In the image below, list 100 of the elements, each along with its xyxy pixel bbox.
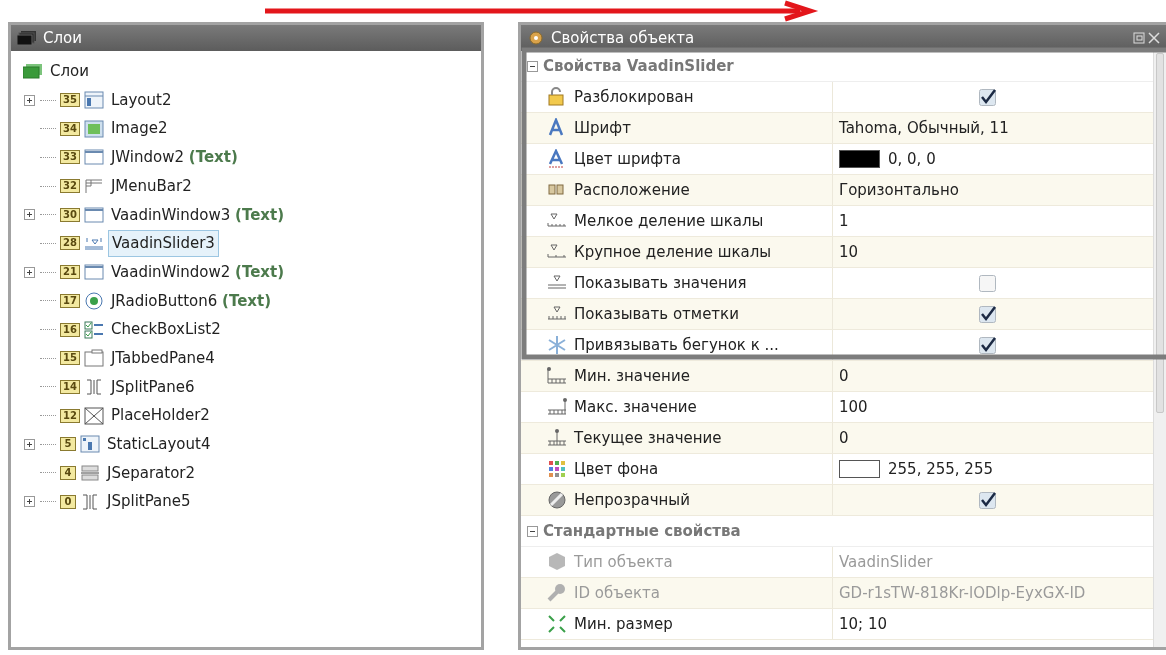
expand-icon[interactable] [24, 266, 35, 278]
tree-item[interactable]: JSplitPane5 [104, 489, 194, 514]
close-icon[interactable] [1148, 32, 1160, 44]
layout-icon [80, 435, 100, 454]
checkbox[interactable] [979, 305, 996, 323]
panel-title: Слои [43, 27, 82, 49]
tree-item[interactable]: Image2 [107, 116, 171, 141]
property-value: Горизонтально [839, 179, 959, 201]
tree-item[interactable]: JSeparator2 [104, 460, 198, 486]
group-title: Свойства VaadinSlider [543, 55, 734, 77]
layer-number: 14 [60, 379, 80, 394]
layer-number: 17 [60, 293, 80, 308]
checkbox[interactable] [979, 491, 996, 509]
property-name: Текущее значение [574, 427, 722, 449]
property-name: Шрифт [574, 117, 631, 139]
property-value: 10 [839, 241, 859, 263]
window-icon [83, 263, 104, 282]
layer-number: 32 [60, 179, 80, 194]
property-name: Мин. значение [574, 365, 690, 387]
checkbox[interactable] [979, 88, 996, 106]
tree-item[interactable]: JTabbedPane4 [107, 345, 218, 371]
ruler-icon [547, 428, 567, 448]
tree-item[interactable]: PlaceHolder2 [107, 403, 213, 428]
tree-item[interactable]: VaadinWindow2 (Text) [107, 259, 288, 285]
property-name: Цвет шрифта [574, 148, 681, 170]
resize-icon [547, 614, 567, 634]
layer-number: 0 [60, 494, 76, 509]
property-value: 1 [839, 210, 849, 232]
panel-title: Свойства объекта [551, 27, 695, 49]
checkbox[interactable] [979, 336, 996, 354]
property-name: Привязывать бегунок к ... [574, 334, 779, 356]
layer-number: 5 [60, 437, 76, 452]
tree-item[interactable]: StaticLayout4 [104, 432, 214, 457]
collapse-icon[interactable] [527, 525, 538, 537]
tree-item[interactable]: VaadinSlider3 [107, 230, 219, 257]
separator-icon [80, 463, 100, 482]
property-name: Расположение [574, 179, 690, 201]
checkbox[interactable] [979, 274, 996, 292]
group-title: Стандартные свойства [543, 520, 741, 542]
palette-icon [547, 459, 567, 479]
property-value: Tahoma, Обычный, 11 [839, 117, 1009, 139]
layer-number: 12 [60, 408, 80, 423]
layers-icon [17, 30, 37, 46]
layer-number: 30 [60, 207, 80, 222]
expand-icon[interactable] [24, 438, 35, 450]
group-header[interactable]: Стандартные свойства [521, 516, 1153, 547]
property-value: 0 [839, 365, 849, 387]
property-name: Цвет фона [574, 458, 659, 480]
tabs-icon [83, 349, 104, 368]
tree-item[interactable]: JRadioButton6 (Text) [107, 288, 275, 314]
snowflake-icon [547, 335, 567, 355]
ruler-icon [547, 397, 567, 417]
window-icon [83, 148, 104, 167]
tree-item[interactable]: Слои [47, 59, 92, 84]
window-icon [83, 205, 104, 224]
layer-number: 28 [60, 236, 80, 251]
property-name: Крупное деление шкалы [574, 241, 772, 263]
cube-icon [547, 552, 567, 572]
layer-number: 34 [60, 121, 80, 136]
tree-item[interactable]: CheckBoxList2 [107, 317, 224, 342]
scrollbar[interactable] [1153, 51, 1166, 647]
placeholder-icon [83, 406, 104, 425]
property-name: Показывать значения [574, 272, 747, 294]
ruler-icon [547, 366, 567, 386]
tree-item[interactable]: JWindow2 (Text) [107, 145, 241, 170]
expand-icon[interactable] [24, 94, 35, 106]
expand-icon[interactable] [24, 496, 35, 508]
property-name: Тип объекта [574, 551, 673, 573]
property-name: Макс. значение [574, 396, 697, 418]
collapse-icon[interactable] [527, 60, 538, 72]
layer-number: 33 [60, 150, 80, 165]
checklist-icon [83, 320, 104, 339]
expand-icon[interactable] [24, 209, 35, 221]
property-name: Показывать отметки [574, 303, 739, 325]
property-value: 0 [839, 427, 849, 449]
property-name: Разблокирован [574, 86, 694, 108]
layer-number: 35 [60, 93, 80, 108]
property-value: 0, 0, 0 [888, 148, 936, 170]
property-value: VaadinSlider [839, 551, 933, 573]
layers-icon [23, 63, 43, 80]
layer-number: 4 [60, 465, 76, 480]
menu-bar-icon [83, 177, 104, 196]
split-pane-icon [80, 492, 100, 511]
layer-number: 15 [60, 351, 80, 366]
property-name: ID объекта [574, 582, 660, 604]
property-value: 10; 10 [839, 613, 887, 635]
property-value: 255, 255, 255 [888, 458, 993, 480]
key-icon [547, 583, 567, 603]
tree-item[interactable]: Layout2 [107, 87, 175, 113]
sphere-icon [547, 490, 567, 510]
layout-icon [83, 91, 104, 110]
property-name: Мелкое деление шкалы [574, 210, 764, 232]
image-icon [83, 119, 104, 138]
tree-item[interactable]: VaadinWindow3 (Text) [107, 202, 288, 228]
restore-icon[interactable] [1133, 32, 1145, 44]
tree-item[interactable]: JSplitPane6 [107, 374, 198, 400]
group-header[interactable]: Свойства VaadinSlider [521, 51, 1153, 82]
tree-item[interactable]: JMenuBar2 [107, 173, 195, 199]
property-name: Непрозрачный [574, 489, 690, 511]
layer-number: 16 [60, 322, 80, 337]
